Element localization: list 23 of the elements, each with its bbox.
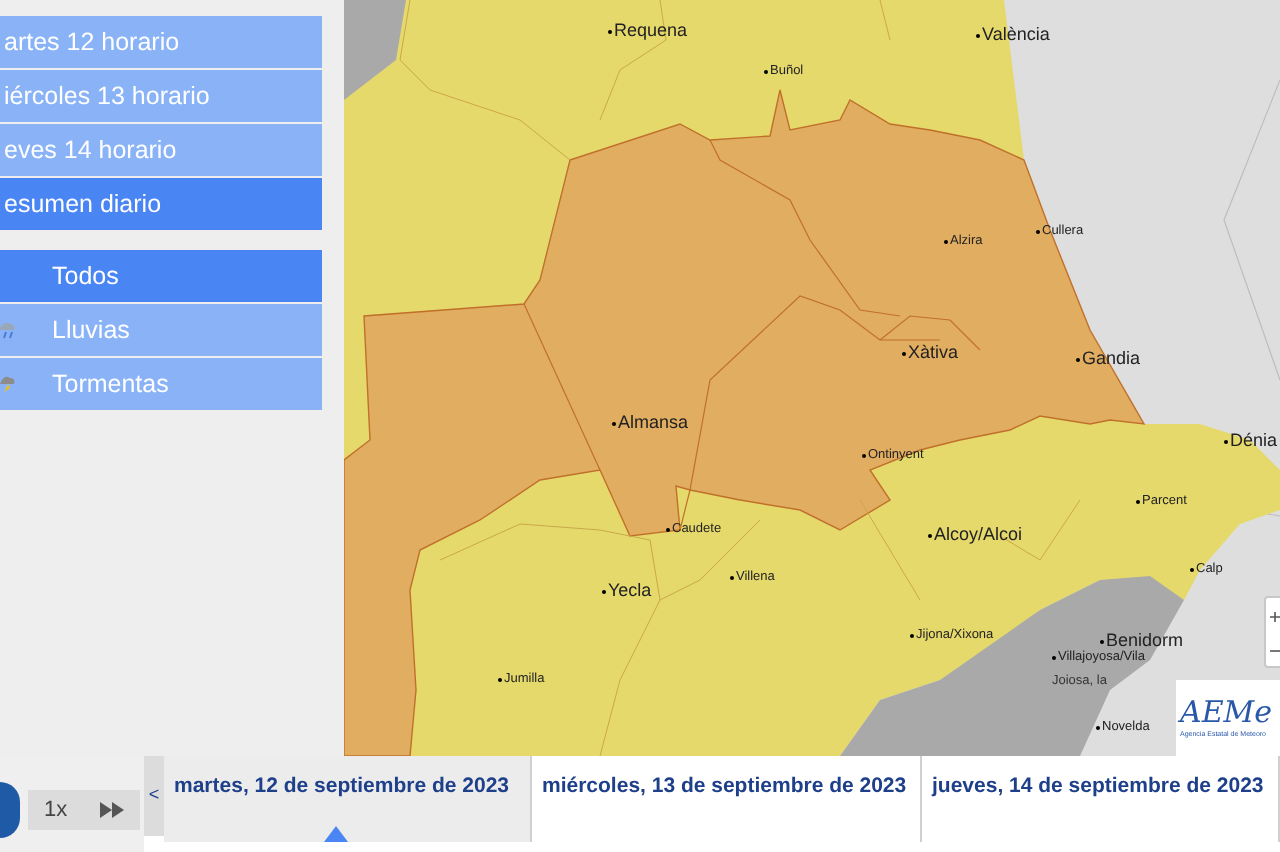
minus-icon [1270,650,1280,652]
place-label: Yecla [608,582,652,600]
current-day-marker-icon [324,826,348,842]
rain-cloud-icon [0,320,16,340]
day-menu-item[interactable]: artes 12 horario [0,16,322,68]
place-label: Almansa [618,414,689,432]
filter-menu-item[interactable]: Tormentas [0,358,322,410]
plus-icon [1270,612,1280,622]
logo-mark: AEMe [1180,697,1273,728]
day-menu-item[interactable]: esumen diario [0,178,322,230]
place-label: Xàtiva [908,344,959,362]
day-tab[interactable]: martes, 12 de septiembre de 2023 [164,756,532,842]
day-menu-item[interactable]: iércoles 13 horario [0,70,322,122]
storm-cloud-icon [0,374,16,394]
place-label: Requena [614,22,688,40]
speed-button[interactable]: 1x [28,790,140,830]
place-label: Alcoy/Alcoi [934,526,1023,544]
filter-menu-item[interactable]: Todos [0,250,322,302]
fast-forward-icon [100,802,124,818]
day-menu-item[interactable]: eves 14 horario [0,124,322,176]
place-label: Benidorm [1106,632,1184,650]
previous-button[interactable]: < [144,756,164,836]
filter-menu-item[interactable]: Lluvias [0,304,322,356]
